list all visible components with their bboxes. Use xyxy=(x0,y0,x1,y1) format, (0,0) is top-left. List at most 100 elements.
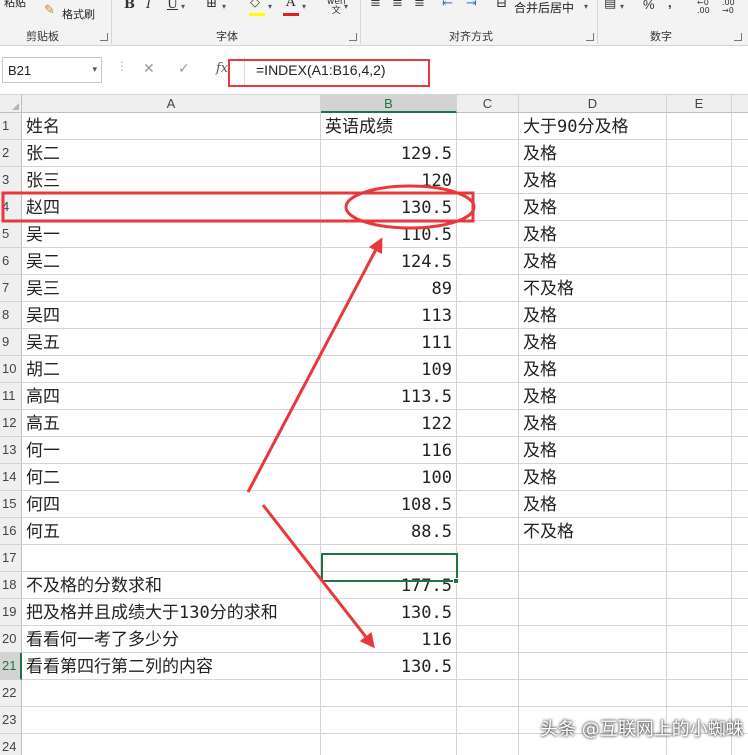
cell-a12[interactable]: 高五 xyxy=(22,410,321,437)
cell-c11[interactable] xyxy=(457,383,519,410)
cell-f14[interactable] xyxy=(732,464,748,491)
fill-color-dropdown-icon[interactable]: ▾ xyxy=(268,2,272,11)
underline-dropdown-icon[interactable]: ▾ xyxy=(181,2,185,11)
cell-b24[interactable] xyxy=(321,734,457,755)
cell-f12[interactable] xyxy=(732,410,748,437)
cell-f20[interactable] xyxy=(732,626,748,653)
format-painter-button[interactable]: 格式刷 xyxy=(62,6,95,22)
row-header[interactable]: 13 xyxy=(0,437,22,464)
cell-b23[interactable] xyxy=(321,707,457,734)
cell-d19[interactable] xyxy=(519,599,667,626)
cell-e2[interactable] xyxy=(667,140,732,167)
cell-f3[interactable] xyxy=(732,167,748,194)
cell-a16[interactable]: 何五 xyxy=(22,518,321,545)
decrease-decimal-icon[interactable]: .00 →0 xyxy=(722,0,735,15)
cell-f15[interactable] xyxy=(732,491,748,518)
row-header[interactable]: 2 xyxy=(0,140,22,167)
name-box[interactable]: B21 ▾ xyxy=(2,57,102,83)
cell-f18[interactable] xyxy=(732,572,748,599)
cell-b19[interactable]: 130.5 xyxy=(321,599,457,626)
cell-c23[interactable] xyxy=(457,707,519,734)
more-options-icon[interactable]: ⋮ xyxy=(116,59,128,73)
cell-e17[interactable] xyxy=(667,545,732,572)
cell-b4[interactable]: 130.5 xyxy=(321,194,457,221)
cell-c5[interactable] xyxy=(457,221,519,248)
cell-a22[interactable] xyxy=(22,680,321,707)
merge-center-dropdown-icon[interactable]: ▾ xyxy=(584,2,588,11)
cell-b13[interactable]: 116 xyxy=(321,437,457,464)
cell-a14[interactable]: 何二 xyxy=(22,464,321,491)
cell-d16[interactable]: 不及格 xyxy=(519,518,667,545)
cell-f13[interactable] xyxy=(732,437,748,464)
cell-b21[interactable]: 130.5 xyxy=(321,653,457,680)
cell-d5[interactable]: 及格 xyxy=(519,221,667,248)
cell-e14[interactable] xyxy=(667,464,732,491)
cell-d7[interactable]: 不及格 xyxy=(519,275,667,302)
decrease-indent-icon[interactable]: ⇤ xyxy=(442,0,453,11)
cell-e7[interactable] xyxy=(667,275,732,302)
cell-c18[interactable] xyxy=(457,572,519,599)
cell-d13[interactable]: 及格 xyxy=(519,437,667,464)
column-header-b[interactable]: B xyxy=(321,95,457,113)
cell-a4[interactable]: 赵四 xyxy=(22,194,321,221)
row-header[interactable]: 24 xyxy=(0,734,22,755)
row-header[interactable]: 8 xyxy=(0,302,22,329)
row-header[interactable]: 21 xyxy=(0,653,22,680)
cell-c17[interactable] xyxy=(457,545,519,572)
row-header[interactable]: 18 xyxy=(0,572,22,599)
cell-e18[interactable] xyxy=(667,572,732,599)
chevron-down-icon[interactable]: ▾ xyxy=(92,65,97,75)
cell-a1[interactable]: 姓名 xyxy=(22,113,321,140)
alignment-launcher-icon[interactable] xyxy=(586,33,594,41)
cell-d3[interactable]: 及格 xyxy=(519,167,667,194)
row-header[interactable]: 3 xyxy=(0,167,22,194)
row-header[interactable]: 12 xyxy=(0,410,22,437)
cell-e1[interactable] xyxy=(667,113,732,140)
cell-c12[interactable] xyxy=(457,410,519,437)
increase-indent-icon[interactable]: ⇥ xyxy=(466,0,477,11)
merge-center-icon[interactable]: ⊟ xyxy=(496,0,507,11)
cell-c10[interactable] xyxy=(457,356,519,383)
font-color-dropdown-icon[interactable]: ▾ xyxy=(302,2,306,11)
cell-a8[interactable]: 吴四 xyxy=(22,302,321,329)
insert-function-button[interactable]: fx xyxy=(216,61,228,76)
row-header[interactable]: 10 xyxy=(0,356,22,383)
enter-icon[interactable]: ✓ xyxy=(178,61,190,77)
cell-a20[interactable]: 看看何一考了多少分 xyxy=(22,626,321,653)
row-header[interactable]: 23 xyxy=(0,707,22,734)
column-header-a[interactable]: A xyxy=(22,95,321,113)
cell-d4[interactable]: 及格 xyxy=(519,194,667,221)
fill-handle[interactable] xyxy=(453,578,459,584)
cell-c4[interactable] xyxy=(457,194,519,221)
cell-a11[interactable]: 高四 xyxy=(22,383,321,410)
column-header-d[interactable]: D xyxy=(519,95,667,113)
cell-e15[interactable] xyxy=(667,491,732,518)
cell-f19[interactable] xyxy=(732,599,748,626)
spreadsheet-grid[interactable]: ABCDE 1 姓名 英语成绩 大于90分及格 2 张二 129.5 及格 3 张三 120 及格 4 赵… xyxy=(0,95,748,755)
row-header[interactable]: 11 xyxy=(0,383,22,410)
cell-e11[interactable] xyxy=(667,383,732,410)
cell-c16[interactable] xyxy=(457,518,519,545)
cell-d17[interactable] xyxy=(519,545,667,572)
merge-center-button[interactable]: 合并后居中 xyxy=(514,0,574,16)
column-header-e[interactable]: E xyxy=(667,95,732,113)
borders-icon[interactable]: ⊞ xyxy=(206,0,217,11)
cell-c14[interactable] xyxy=(457,464,519,491)
cell-c15[interactable] xyxy=(457,491,519,518)
row-header[interactable]: 22 xyxy=(0,680,22,707)
row-header[interactable]: 16 xyxy=(0,518,22,545)
cell-d18[interactable] xyxy=(519,572,667,599)
cell-e19[interactable] xyxy=(667,599,732,626)
cell-c2[interactable] xyxy=(457,140,519,167)
cell-f21[interactable] xyxy=(732,653,748,680)
cell-b10[interactable]: 109 xyxy=(321,356,457,383)
cell-e5[interactable] xyxy=(667,221,732,248)
cell-b12[interactable]: 122 xyxy=(321,410,457,437)
cell-d22[interactable] xyxy=(519,680,667,707)
cell-c7[interactable] xyxy=(457,275,519,302)
cell-b18[interactable]: 177.5 xyxy=(321,572,457,599)
cell-f11[interactable] xyxy=(732,383,748,410)
cell-c1[interactable] xyxy=(457,113,519,140)
cell-e22[interactable] xyxy=(667,680,732,707)
cell-a23[interactable] xyxy=(22,707,321,734)
